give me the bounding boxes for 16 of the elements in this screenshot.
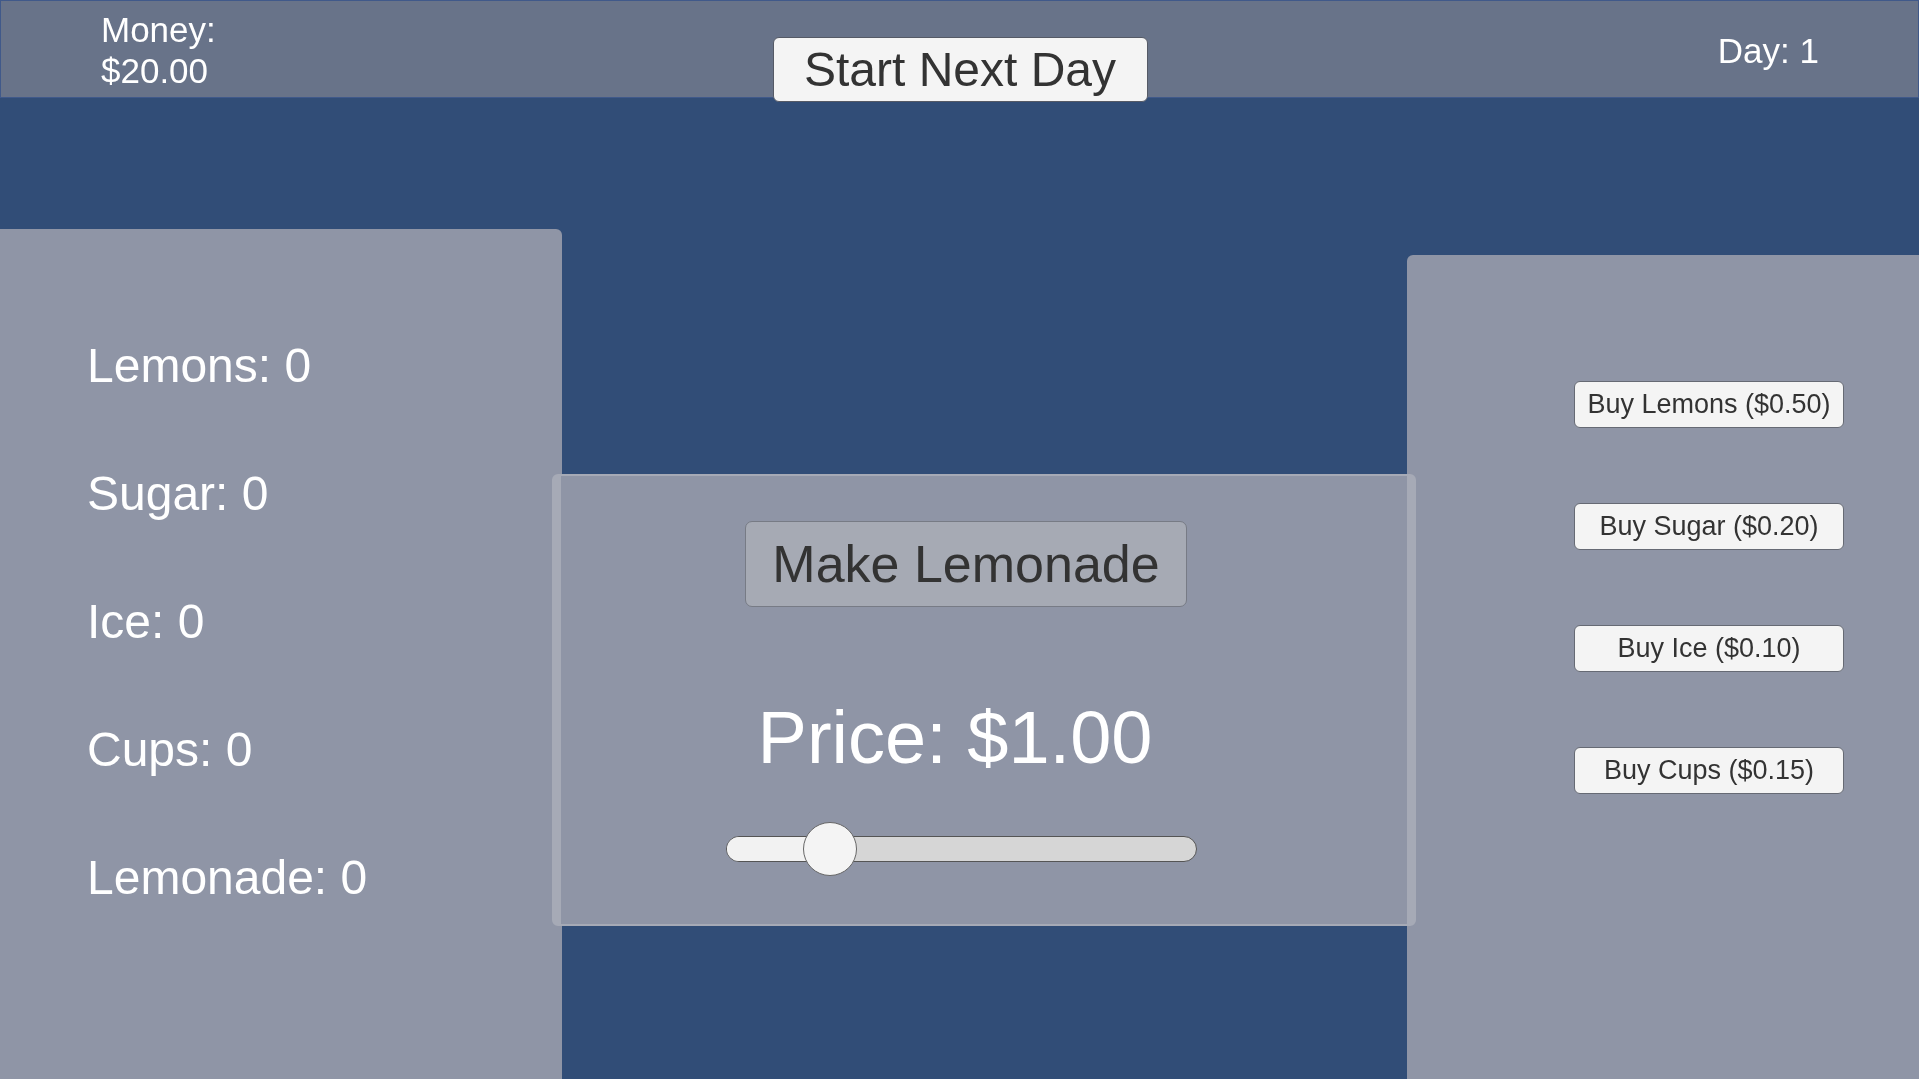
- inventory-label: Sugar: 0: [87, 466, 269, 522]
- start-next-day-button[interactable]: Start Next Day: [772, 37, 1148, 102]
- slider-thumb[interactable]: [802, 822, 857, 876]
- buy-button[interactable]: Buy Cups ($0.15): [1574, 747, 1844, 794]
- buy-button[interactable]: Buy Ice ($0.10): [1574, 625, 1844, 672]
- make-lemonade-button[interactable]: Make Lemonade: [745, 521, 1187, 607]
- money-value: $20.00: [101, 50, 209, 91]
- money-label: Money:: [101, 9, 216, 50]
- buy-button[interactable]: Buy Sugar ($0.20): [1574, 503, 1844, 550]
- inventory-label: Lemonade: 0: [87, 850, 368, 906]
- price-label: Price: $1.00: [757, 701, 1153, 775]
- inventory-label: Lemons: 0: [87, 338, 312, 394]
- day-label: Day: 1: [1717, 30, 1819, 71]
- buy-button[interactable]: Buy Lemons ($0.50): [1574, 381, 1844, 428]
- inventory-label: Ice: 0: [87, 594, 205, 650]
- inventory-label: Cups: 0: [87, 722, 253, 778]
